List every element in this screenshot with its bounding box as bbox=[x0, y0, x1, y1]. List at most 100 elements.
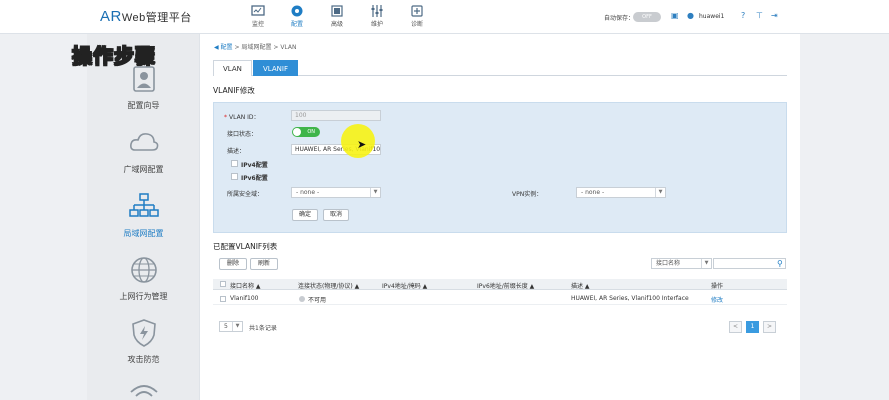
autosave-toggle[interactable]: OFF bbox=[633, 12, 661, 22]
ipv6-checkbox[interactable] bbox=[231, 173, 238, 180]
sidebar-item-wizard[interactable]: 配置向导 bbox=[87, 64, 200, 126]
nav-label: 监控 bbox=[251, 21, 264, 28]
maintenance-icon bbox=[371, 5, 383, 17]
port-state-toggle[interactable]: ON bbox=[292, 127, 320, 137]
port-state-label: 接口状态： bbox=[227, 131, 258, 138]
advanced-icon bbox=[331, 5, 343, 17]
help-icon[interactable]: ? bbox=[741, 11, 745, 20]
vlan-id-field: 100 bbox=[291, 110, 381, 121]
col-ipv4[interactable]: IPv4地址/掩码 ▲ bbox=[382, 281, 427, 290]
cloud-icon bbox=[130, 133, 159, 151]
row-interface-name: Vlanif100 bbox=[230, 295, 259, 302]
breadcrumb-lan[interactable]: 局域网配置 bbox=[241, 44, 271, 51]
sidebar-item-wan[interactable]: 广域网配置 bbox=[87, 128, 200, 190]
vlan-id-label: * VLAN ID： bbox=[224, 114, 260, 121]
vpn-label: VPN实例： bbox=[512, 191, 543, 198]
status-dot bbox=[299, 296, 305, 302]
tab-bar: VLAN VLANIF bbox=[213, 60, 787, 76]
prev-page-button[interactable]: < bbox=[729, 321, 742, 333]
list-section-title: 已配置VLANIF列表 bbox=[213, 242, 278, 251]
ipv6-label: IPv6配置 bbox=[241, 175, 268, 182]
sidebar-item-label: 广域网配置 bbox=[123, 165, 164, 174]
form-section-title: VLANIF修改 bbox=[213, 86, 255, 95]
breadcrumb-sep: > bbox=[234, 44, 240, 51]
nav-advanced[interactable]: 高级 bbox=[322, 4, 352, 32]
overlay-title: 操作步骤 bbox=[71, 43, 156, 68]
zone-label: 所属安全域： bbox=[227, 191, 264, 198]
sidebar-item-attack[interactable]: 攻击防范 bbox=[87, 318, 200, 380]
save-icon[interactable]: ▣ bbox=[671, 11, 679, 20]
sidebar: 配置向导 广域网配置 局域网配置 上网行为管理 攻击防范 bbox=[87, 34, 200, 400]
row-description: HUAWEI, AR Series, Vlanif100 Interface bbox=[571, 295, 689, 302]
next-page-button[interactable]: > bbox=[763, 321, 776, 333]
back-icon[interactable]: ◀ bbox=[214, 44, 219, 51]
breadcrumb-sep: > bbox=[273, 44, 279, 51]
nav-diagnose[interactable]: 诊断 bbox=[402, 4, 432, 32]
refresh-button[interactable]: 刷新 bbox=[250, 258, 278, 270]
breadcrumb: ◀ 配置 > 局域网配置 > VLAN bbox=[214, 42, 297, 51]
search-field-value: 接口名称 bbox=[656, 260, 681, 267]
wifi-icon[interactable] bbox=[128, 380, 160, 400]
lan-icon bbox=[129, 193, 159, 217]
nav-monitor[interactable]: 监控 bbox=[243, 4, 273, 32]
chevron-down-icon: ▼ bbox=[370, 188, 380, 197]
monitor-icon bbox=[251, 5, 265, 16]
nav-config[interactable]: 配置 bbox=[282, 4, 312, 32]
chevron-down-icon: ▼ bbox=[655, 188, 665, 197]
autosave-label: 自动保存： bbox=[604, 15, 635, 22]
cancel-button[interactable]: 取消 bbox=[323, 209, 349, 221]
chevron-down-icon: ▼ bbox=[701, 259, 711, 268]
row-checkbox[interactable] bbox=[220, 296, 226, 302]
shield-icon bbox=[132, 319, 156, 347]
nav-label: 配置 bbox=[290, 21, 303, 28]
tab-vlan[interactable]: VLAN bbox=[213, 60, 252, 76]
nav-label: 高级 bbox=[330, 21, 343, 28]
total-records: 共1条记录 bbox=[249, 325, 277, 332]
logout-icon[interactable]: ⇥ bbox=[771, 11, 778, 20]
nav-label: 诊断 bbox=[410, 21, 423, 28]
col-description[interactable]: 描述 ▲ bbox=[571, 281, 590, 290]
select-all-checkbox[interactable] bbox=[220, 281, 226, 287]
app-logo: ARWeb管理平台 bbox=[100, 8, 192, 25]
col-ipv6[interactable]: IPv6地址/前缀长度 ▲ bbox=[477, 281, 534, 290]
page-size-value: 5 bbox=[224, 323, 228, 330]
search-input[interactable] bbox=[713, 258, 786, 269]
sidebar-item-label: 局域网配置 bbox=[123, 229, 164, 238]
right-margin bbox=[800, 34, 889, 400]
gear-icon bbox=[291, 5, 303, 17]
sidebar-item-label: 配置向导 bbox=[127, 101, 160, 110]
sidebar-item-behavior[interactable]: 上网行为管理 bbox=[87, 255, 200, 317]
breadcrumb-home[interactable]: 配置 bbox=[221, 44, 233, 51]
col-link-status[interactable]: 连接状态(物理/协议) ▲ bbox=[298, 281, 359, 290]
vpn-select[interactable]: - none - ▼ bbox=[576, 187, 666, 198]
pin-icon[interactable]: ⊤ bbox=[756, 11, 763, 20]
sidebar-item-label: 攻击防范 bbox=[127, 355, 160, 364]
mouse-cursor-icon: ➤ bbox=[357, 138, 367, 151]
row-status: 不可用 bbox=[308, 297, 327, 304]
row-edit-link[interactable]: 修改 bbox=[711, 295, 723, 304]
sidebar-item-lan[interactable]: 局域网配置 bbox=[87, 192, 200, 254]
breadcrumb-vlan: VLAN bbox=[280, 44, 297, 51]
toggle-knob bbox=[293, 128, 301, 136]
sidebar-item-label: 上网行为管理 bbox=[119, 292, 168, 301]
nav-maintenance[interactable]: 维护 bbox=[362, 4, 392, 32]
delete-button[interactable]: 删除 bbox=[219, 258, 247, 270]
vpn-value: - none - bbox=[581, 189, 605, 196]
chevron-down-icon: ▼ bbox=[232, 322, 242, 331]
zone-select[interactable]: - none - ▼ bbox=[291, 187, 381, 198]
search-icon[interactable]: ⚲ bbox=[777, 259, 783, 268]
tab-vlanif[interactable]: VLANIF bbox=[253, 60, 298, 76]
main-content: ◀ 配置 > 局域网配置 > VLAN VLAN VLANIF VLANIF修改… bbox=[200, 34, 800, 400]
table-header: 接口名称 ▲ 连接状态(物理/协议) ▲ IPv4地址/掩码 ▲ IPv6地址/… bbox=[213, 279, 787, 290]
user-icon: ● bbox=[687, 11, 694, 20]
col-interface-name[interactable]: 接口名称 ▲ bbox=[230, 281, 261, 290]
top-bar: ARWeb管理平台 监控 配置 高级 维护 诊断 自动保存： OFF ▣ ● h… bbox=[0, 0, 889, 34]
ipv4-checkbox[interactable] bbox=[231, 160, 238, 167]
ipv4-label: IPv4配置 bbox=[241, 162, 268, 169]
page-1-button[interactable]: 1 bbox=[746, 321, 759, 333]
vlanif-edit-form: * VLAN ID： 100 接口状态： ON 描述： HUAWEI, AR Se… bbox=[213, 102, 787, 233]
ok-button[interactable]: 确定 bbox=[292, 209, 318, 221]
search-field-select[interactable]: 接口名称 ▼ bbox=[651, 258, 712, 269]
page-size-select[interactable]: 5 ▼ bbox=[219, 321, 243, 332]
desc-label: 描述： bbox=[227, 148, 246, 155]
